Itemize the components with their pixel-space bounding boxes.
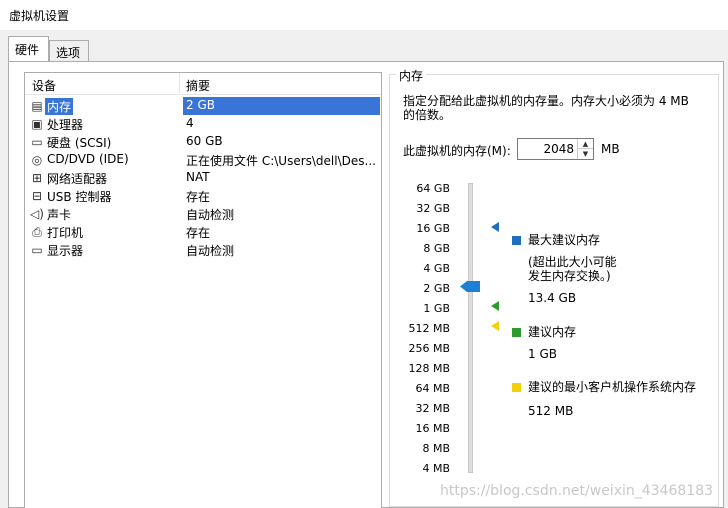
memory-value[interactable]: 2048 xyxy=(543,142,574,156)
device-row[interactable]: ▣ 处理器 4 xyxy=(28,115,380,133)
column-separator[interactable] xyxy=(179,73,180,95)
device-name: 网络适配器 xyxy=(47,172,108,186)
device-name: 显示器 xyxy=(47,244,84,258)
tab-hardware[interactable]: 硬件 xyxy=(8,36,49,61)
scale-label: 512 MB xyxy=(408,322,450,335)
window-title: 虚拟机设置 xyxy=(9,9,70,23)
device-row[interactable]: ◁) 声卡 自动检测 xyxy=(28,205,380,223)
device-list[interactable]: 设备 摘要 ▤ 内存 2 GB ▣ 处理器 4 ▭ 硬盘 (SCSI) 60 GB ◎ CD/DVD… xyxy=(24,72,382,508)
device-summary: 存在 xyxy=(186,190,211,204)
scale-label: 32 GB xyxy=(416,202,450,215)
device-row[interactable]: ◎ CD/DVD (IDE) 正在使用文件 C:\Users\dell\Des... xyxy=(28,151,380,169)
max-recommended-marker-icon xyxy=(491,222,499,232)
device-name: CD/DVD (IDE) xyxy=(47,152,129,166)
device-name: 硬盘 (SCSI) xyxy=(47,136,112,150)
scale-label: 128 MB xyxy=(408,362,450,375)
spin-up-icon[interactable]: ▲ xyxy=(577,139,593,149)
device-name: 处理器 xyxy=(47,118,84,132)
device-summary: 2 GB xyxy=(186,98,215,112)
device-summary: 60 GB xyxy=(186,134,223,148)
device-summary: 存在 xyxy=(186,226,211,240)
scale-label: 32 MB xyxy=(415,402,450,415)
column-device[interactable]: 设备 xyxy=(32,77,56,94)
memory-icon: ▤ xyxy=(31,99,43,113)
memory-slider-thumb[interactable] xyxy=(460,281,480,292)
device-summary: 自动检测 xyxy=(186,244,235,258)
scale-label: 8 GB xyxy=(423,242,450,255)
max-recommended-title: 最大建议内存 xyxy=(528,233,601,247)
scale-label: 2 GB xyxy=(423,282,450,295)
sound-card-icon: ◁) xyxy=(30,207,44,221)
scale-label: 64 MB xyxy=(415,382,450,395)
device-summary: 正在使用文件 C:\Users\dell\Des... xyxy=(186,154,376,168)
device-name: 声卡 xyxy=(47,208,72,222)
column-summary[interactable]: 摘要 xyxy=(186,77,210,94)
scale-label: 1 GB xyxy=(423,302,450,315)
max-recommended-note-1: (超出此大小可能 xyxy=(528,255,617,269)
scale-label: 4 MB xyxy=(422,462,450,475)
recommended-value: 1 GB xyxy=(528,347,557,361)
scale-label: 16 MB xyxy=(415,422,450,435)
device-row[interactable]: ▤ 内存 2 GB xyxy=(28,97,380,115)
recommended-marker-icon xyxy=(491,301,499,311)
usb-controller-icon: ⊟ xyxy=(31,189,43,203)
recommended-swatch xyxy=(512,328,521,337)
device-summary: NAT xyxy=(186,170,210,184)
scale-label: 8 MB xyxy=(422,442,450,455)
min-os-swatch xyxy=(512,383,521,392)
device-row[interactable]: ⎙ 打印机 存在 xyxy=(28,223,380,241)
max-recommended-swatch xyxy=(512,236,521,245)
device-row[interactable]: ▭ 显示器 自动检测 xyxy=(28,241,380,259)
memory-group: 内存 指定分配给此虚拟机的内存量。内存大小必须为 4 MB 的倍数。 此虚拟机的… xyxy=(389,67,719,507)
display-icon: ▭ xyxy=(31,243,43,257)
device-name: USB 控制器 xyxy=(47,190,112,204)
settings-panel: 设备 摘要 ▤ 内存 2 GB ▣ 处理器 4 ▭ 硬盘 (SCSI) 60 GB ◎ CD/DVD… xyxy=(8,61,724,508)
cd-dvd-icon: ◎ xyxy=(31,153,43,167)
memory-unit: MB xyxy=(601,142,620,156)
processor-icon: ▣ xyxy=(31,117,43,131)
network-adapter-icon: ⊞ xyxy=(31,171,43,185)
device-row[interactable]: ⊟ USB 控制器 存在 xyxy=(28,187,380,205)
tab-options[interactable]: 选项 xyxy=(49,40,89,61)
memory-spinbox[interactable]: 2048 ▲ ▼ xyxy=(517,138,594,160)
min-os-value: 512 MB xyxy=(528,404,574,418)
min-os-title: 建议的最小客户机操作系统内存 xyxy=(528,380,697,394)
watermark: https://blog.csdn.net/weixin_43468183 xyxy=(439,483,713,499)
device-row[interactable]: ⊞ 网络适配器 NAT xyxy=(28,169,380,187)
memory-description: 指定分配给此虚拟机的内存量。内存大小必须为 4 MB 的倍数。 xyxy=(403,94,689,122)
max-recommended-value: 13.4 GB xyxy=(528,291,577,305)
title-bar: 虚拟机设置 xyxy=(0,0,728,30)
device-summary: 自动检测 xyxy=(186,208,235,222)
device-name: 内存 xyxy=(45,98,74,115)
scale-label: 64 GB xyxy=(416,182,450,195)
printer-icon: ⎙ xyxy=(32,225,42,239)
hard-disk-icon: ▭ xyxy=(31,135,43,149)
device-list-header: 设备 摘要 xyxy=(25,73,381,95)
device-row[interactable]: ▭ 硬盘 (SCSI) 60 GB xyxy=(28,133,380,151)
recommended-title: 建议内存 xyxy=(528,325,577,339)
min-os-marker-icon xyxy=(491,321,499,331)
spin-down-icon[interactable]: ▼ xyxy=(577,149,593,159)
scale-label: 4 GB xyxy=(423,262,450,275)
device-summary: 4 xyxy=(186,116,194,130)
device-name: 打印机 xyxy=(47,226,84,240)
scale-label: 16 GB xyxy=(416,222,450,235)
max-recommended-note-2: 发生内存交换。) xyxy=(528,269,611,283)
memory-group-title: 内存 xyxy=(396,67,427,84)
scale-label: 256 MB xyxy=(408,342,450,355)
memory-field-label: 此虚拟机的内存(M): xyxy=(403,144,511,158)
memory-slider-track[interactable] xyxy=(468,183,473,473)
